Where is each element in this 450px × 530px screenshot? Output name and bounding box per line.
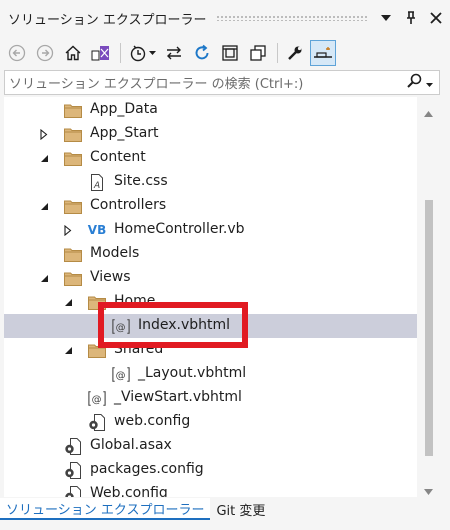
switch-views-icon[interactable] [88,40,114,66]
tree-item[interactable]: Global.asax [4,434,417,458]
svg-text:A: A [93,181,100,191]
vertical-scrollbar[interactable] [419,97,438,497]
folder-icon [64,198,82,214]
search-input[interactable]: ソリューション エクスプローラー の検索 (Ctrl+:) [9,73,406,92]
window-position-dropdown-icon[interactable] [375,7,397,29]
tree-item[interactable]: A Site.css [4,170,417,194]
tree-item-label: App_Data [90,101,158,117]
razor-file-icon: @ [112,366,130,382]
sync-with-active-document-icon[interactable] [161,40,187,66]
tree-item[interactable]: @ _Layout.vbhtml [4,362,417,386]
solution-tree: App_Data App_Start Content A Site.css Control… [4,97,417,497]
expanded-arrow-icon[interactable] [38,200,50,212]
preview-selected-items-icon[interactable] [310,40,336,66]
expanded-arrow-icon[interactable] [62,344,74,356]
config-file-icon [64,461,82,479]
tree-item[interactable]: @ _ViewStart.vbhtml [4,386,417,410]
folder-icon [64,150,82,166]
scroll-up-arrow-icon[interactable] [424,105,433,121]
svg-text:@: @ [116,370,126,381]
collapsed-arrow-icon[interactable] [38,128,50,140]
home-icon[interactable] [60,40,86,66]
tree-item[interactable]: Content [4,146,417,170]
tree-item-label: Views [90,269,131,285]
tree-item-label: web.config [114,413,191,429]
tree-item-label: packages.config [90,461,204,477]
tree-item-label: Content [90,149,146,165]
pin-icon[interactable] [400,7,422,29]
svg-text:@: @ [92,394,102,405]
show-all-files-icon[interactable] [245,40,271,66]
folder-icon [64,246,82,262]
window-title: ソリューション エクスプローラー [8,12,207,28]
search-options-dropdown-icon[interactable] [426,75,433,91]
css-file-icon: A [88,173,106,191]
toolbar-separator [120,43,121,63]
highlight-annotation [98,302,248,348]
tab-git-changes[interactable]: Git 変更 [210,498,271,520]
tab-solution-explorer[interactable]: ソリューション エクスプローラー [0,498,211,520]
tree-item-label: _ViewStart.vbhtml [114,389,242,405]
tree-item-label: App_Start [90,125,159,141]
back-icon[interactable] [4,40,30,66]
forward-icon[interactable] [32,40,58,66]
search-box[interactable]: ソリューション エクスプローラー の検索 (Ctrl+:) [4,70,440,95]
folder-icon [64,126,82,142]
tree-item-label: Models [90,245,140,261]
tree-item[interactable]: App_Start [4,122,417,146]
scroll-down-arrow-icon[interactable] [424,483,433,499]
tool-window-tabs: ソリューション エクスプローラー Git 変更 [0,498,450,530]
config-file-icon [88,413,106,431]
tree-item[interactable]: VB HomeController.vb [4,218,417,242]
properties-wrench-icon[interactable] [282,40,308,66]
collapse-all-icon[interactable] [217,40,243,66]
scrollbar-thumb[interactable] [425,200,433,456]
folder-icon [64,270,82,286]
tree-item-label: _Layout.vbhtml [138,365,247,381]
search-icon[interactable] [406,73,422,93]
toolbar [4,38,444,68]
razor-file-icon: @ [88,390,106,406]
toolbar-separator [277,43,278,63]
tree-item-label: Web.config [90,485,168,497]
tree-item[interactable]: Controllers [4,194,417,218]
folder-icon [64,102,82,118]
expanded-arrow-icon[interactable] [38,272,50,284]
tree-item-label: Site.css [114,173,168,189]
config-file-icon [64,485,82,497]
tree-item[interactable]: Views [4,266,417,290]
tree-item[interactable]: web.config [4,410,417,434]
expanded-arrow-icon[interactable] [38,152,50,164]
vb-file-icon: VB [87,223,107,237]
expanded-arrow-icon[interactable] [62,296,74,308]
title-bar: ソリューション エクスプローラー [0,0,450,36]
filter-dropdown-icon[interactable] [149,40,157,66]
pending-changes-filter-icon[interactable] [125,40,151,66]
close-icon[interactable] [425,7,447,29]
title-grip[interactable] [216,15,367,21]
tree-item-label: Global.asax [90,437,172,453]
refresh-icon[interactable] [189,40,215,66]
tree-item[interactable]: Models [4,242,417,266]
collapsed-arrow-icon[interactable] [62,224,74,236]
tree-item-label: HomeController.vb [114,221,245,237]
tree-item-label: Controllers [90,197,167,213]
tree-item[interactable]: App_Data [4,98,417,122]
tree-item[interactable]: packages.config [4,458,417,482]
tree-item[interactable]: Web.config [4,482,417,497]
config-file-icon [64,437,82,455]
